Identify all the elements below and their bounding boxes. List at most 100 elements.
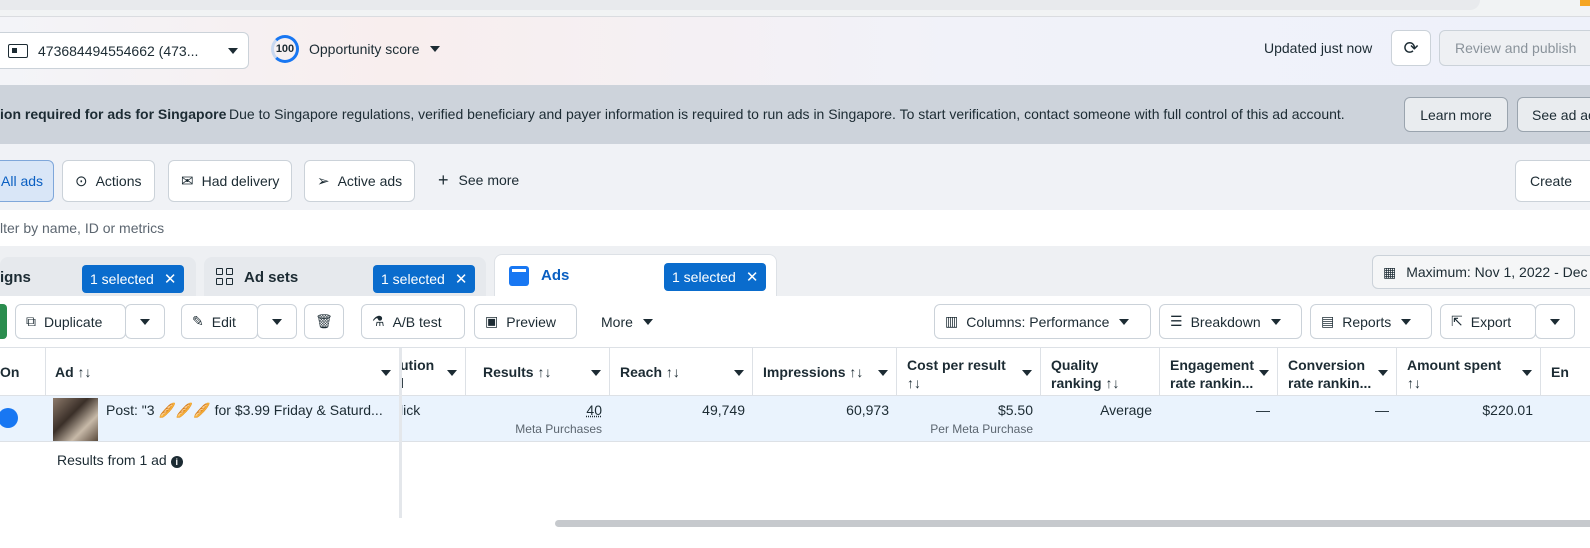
column-header-cost-per-result[interactable]: Cost per result ↑↓ (897, 348, 1041, 396)
results-summary: Results from 1 ad i (57, 452, 183, 468)
filter-active-ads[interactable]: ➢ Active ads (304, 160, 415, 202)
see-ad-account-button[interactable]: See ad account (1517, 97, 1590, 132)
column-header-quality-ranking[interactable]: Quality ranking ↑↓ (1041, 348, 1160, 396)
cell-engagement-value: — (1256, 402, 1270, 418)
column-header-cost-sort: ↑↓ (907, 374, 1030, 392)
ab-test-button[interactable]: ⚗ A/B test (361, 304, 465, 339)
cell-cost-sub: Per Meta Purchase (905, 422, 1033, 436)
account-selector[interactable]: 473684494554662 (473... (0, 32, 249, 69)
chevron-down-icon[interactable] (734, 370, 744, 376)
breakdown-button[interactable]: ☰ Breakdown (1159, 304, 1302, 339)
more-button[interactable]: More (601, 314, 653, 330)
create-button[interactable]: Create (1515, 160, 1590, 202)
close-icon[interactable]: ✕ (746, 268, 759, 286)
see-more-filters-button[interactable]: + See more (438, 172, 519, 188)
ads-selected-label: 1 selected (672, 269, 736, 285)
columns-button[interactable]: ▥ Columns: Performance (934, 304, 1151, 339)
search-input[interactable]: lter by name, ID or metrics (0, 220, 164, 236)
campaigns-selected-badge[interactable]: 1 selected ✕ (82, 265, 184, 293)
horizontal-scrollbar[interactable] (555, 520, 1590, 527)
delete-button[interactable]: 🗑 (304, 304, 344, 339)
chevron-down-icon[interactable] (447, 370, 457, 376)
cell-cost-per-result: $5.50 Per Meta Purchase (897, 396, 1041, 442)
review-and-publish-button[interactable]: Review and publish (1439, 30, 1590, 66)
chevron-down-icon[interactable] (878, 370, 888, 376)
duplicate-button[interactable]: ⧉ Duplicate (15, 304, 126, 339)
column-header-on[interactable]: On (0, 348, 46, 396)
see-more-label: See more (459, 172, 520, 188)
frozen-column-divider[interactable] (399, 348, 402, 518)
filter-had-delivery[interactable]: ✉ Had delivery (168, 160, 292, 202)
columns-label: Columns: Performance (966, 314, 1109, 330)
date-range-label: Maximum: Nov 1, 2022 - Dec (1406, 264, 1587, 280)
chevron-down-icon (1550, 319, 1560, 325)
close-icon[interactable]: ✕ (455, 270, 468, 288)
export-dropdown-button[interactable] (1535, 304, 1575, 339)
chevron-down-icon[interactable] (1022, 370, 1032, 376)
ads-selected-badge[interactable]: 1 selected ✕ (664, 263, 766, 291)
column-header-conversion-ranking[interactable]: Conversion rate rankin... (1278, 348, 1397, 396)
cell-results-value[interactable]: 40 (586, 402, 602, 418)
tab-ads-label: Ads (541, 267, 569, 284)
preview-button[interactable]: ▣ Preview (474, 304, 577, 339)
envelope-icon: ✉ (181, 172, 194, 190)
edit-button[interactable]: ✎ Edit (181, 304, 258, 339)
ads-icon (509, 266, 529, 286)
browser-address-bar[interactable] (0, 0, 1480, 10)
chevron-down-icon[interactable] (1522, 370, 1532, 376)
column-header-results[interactable]: Results ↑↓ (466, 348, 610, 396)
column-header-ad-label: Ad ↑↓ (55, 364, 92, 380)
chevron-down-icon (1401, 319, 1411, 325)
column-header-attribution[interactable]: ution l (400, 348, 466, 396)
edit-dropdown-button[interactable] (257, 304, 297, 339)
chevron-down-icon[interactable] (591, 370, 601, 376)
learn-more-button[interactable]: Learn more (1404, 97, 1508, 132)
column-header-conversion-label: Conversion (1288, 356, 1386, 374)
chevron-down-icon (140, 319, 150, 325)
ad-thumbnail[interactable] (53, 398, 98, 441)
column-header-ends[interactable]: En (1541, 348, 1590, 396)
column-header-ad[interactable]: Ad ↑↓ (45, 348, 400, 396)
reports-button[interactable]: ▤ Reports (1310, 304, 1432, 339)
filter-active-ads-label: Active ads (338, 173, 403, 189)
tab-campaigns[interactable]: igns 1 selected ✕ (0, 257, 196, 297)
chevron-down-icon[interactable] (1259, 370, 1269, 376)
filter-actions[interactable]: ⊙ Actions (62, 160, 155, 202)
opportunity-score-badge: 100 (271, 35, 299, 63)
table-row[interactable]: Post: "3 🥖🥖🥖 for $3.99 Friday & Saturd..… (0, 396, 1590, 442)
cell-results: 40 Meta Purchases (466, 396, 610, 442)
extension-icon[interactable] (1580, 0, 1590, 6)
tab-ads[interactable]: Ads 1 selected ✕ (494, 254, 777, 296)
cell-impressions-value: 60,973 (846, 402, 889, 418)
date-range-picker[interactable]: ▦ Maximum: Nov 1, 2022 - Dec (1372, 255, 1590, 289)
column-header-amount-spent[interactable]: Amount spent ↑↓ (1397, 348, 1541, 396)
ad-on-off-toggle[interactable] (0, 408, 18, 428)
export-button[interactable]: ⇱ Export (1440, 304, 1536, 339)
info-icon[interactable]: i (171, 456, 183, 468)
filter-all-ads-label: All ads (1, 173, 43, 189)
upload-circle-icon: ⊙ (75, 172, 88, 190)
column-header-reach[interactable]: Reach ↑↓ (610, 348, 753, 396)
duplicate-label: Duplicate (44, 314, 102, 330)
close-icon[interactable]: ✕ (164, 270, 177, 288)
column-header-engagement-ranking[interactable]: Engagement rate rankin... (1160, 348, 1278, 396)
column-header-attribution-label-2: l (400, 374, 455, 392)
reports-label: Reports (1342, 314, 1391, 330)
ad-name-link[interactable]: Post: "3 🥖🥖🥖 for $3.99 Friday & Saturd..… (106, 402, 391, 419)
filter-all-ads[interactable]: All ads (0, 160, 54, 202)
verification-banner: ion required for ads for Singapore Due t… (0, 85, 1590, 144)
adsets-selected-badge[interactable]: 1 selected ✕ (373, 265, 475, 293)
column-header-reach-label: Reach ↑↓ (620, 364, 680, 380)
tab-adsets[interactable]: Ad sets 1 selected ✕ (204, 257, 486, 297)
chevron-down-icon[interactable] (1378, 370, 1388, 376)
opportunity-score-dropdown[interactable]: 100 Opportunity score (271, 35, 440, 63)
cell-reach-value: 49,749 (702, 402, 745, 418)
chevron-down-icon (1119, 319, 1129, 325)
column-header-impressions[interactable]: Impressions ↑↓ (753, 348, 897, 396)
table-header: On Ad ↑↓ ution l Results ↑↓ Reach ↑↓ Imp… (0, 348, 1590, 396)
create-ad-button[interactable] (0, 304, 7, 339)
chevron-down-icon[interactable] (381, 370, 391, 376)
refresh-button[interactable]: ⟳ (1391, 30, 1431, 66)
preview-label: Preview (506, 314, 556, 330)
duplicate-dropdown-button[interactable] (125, 304, 165, 339)
